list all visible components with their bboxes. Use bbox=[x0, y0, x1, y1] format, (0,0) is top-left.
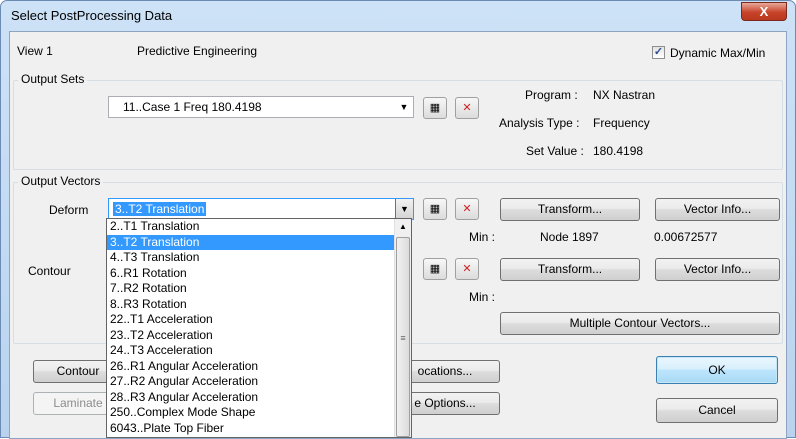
close-button[interactable]: X bbox=[741, 2, 787, 21]
output-vectors-title: Output Vectors bbox=[18, 174, 104, 188]
set-value-value: 180.4198 bbox=[593, 144, 644, 158]
dropdown-item[interactable]: 22..T1 Acceleration bbox=[107, 312, 411, 328]
analysis-type-value: Frequency bbox=[593, 116, 650, 130]
deform-clear-filter-button[interactable]: ✕ bbox=[455, 198, 479, 220]
filter-icon: ▦ bbox=[429, 263, 441, 275]
output-set-filter-button[interactable]: ▦ bbox=[423, 97, 447, 119]
title-bar: Select PostProcessing Data X bbox=[1, 1, 795, 31]
filter-icon: ▦ bbox=[429, 102, 441, 114]
dynamic-maxmin-checkbox[interactable]: ✓ bbox=[652, 46, 665, 59]
output-set-select[interactable]: 11..Case 1 Freq 180.4198 ▼ bbox=[108, 96, 414, 118]
filter-icon: ▦ bbox=[429, 203, 441, 215]
dropdown-item[interactable]: 6043..Plate Top Fiber bbox=[107, 421, 411, 437]
program-label: Program : bbox=[525, 88, 578, 102]
output-sets-group bbox=[13, 80, 783, 170]
close-icon: X bbox=[759, 4, 769, 19]
dropdown-scrollbar[interactable]: ▲ ≡ bbox=[394, 219, 411, 437]
contour-vector-info-button[interactable]: Vector Info... bbox=[655, 258, 780, 281]
check-mark-icon: ✓ bbox=[653, 46, 664, 58]
chevron-down-icon[interactable]: ▼ bbox=[395, 199, 413, 219]
chevron-down-icon[interactable]: ▼ bbox=[395, 97, 413, 117]
deform-min-value: 0.00672577 bbox=[654, 230, 718, 244]
dropdown-item[interactable]: 3..T2 Translation bbox=[107, 234, 411, 250]
ok-button[interactable]: OK bbox=[656, 356, 778, 384]
dropdown-item[interactable]: 28..R3 Angular Acceleration bbox=[107, 390, 411, 406]
deform-vector-select[interactable]: 3..T2 Translation ▼ bbox=[108, 198, 414, 220]
output-sets-title: Output Sets bbox=[18, 72, 88, 86]
view-name: Predictive Engineering bbox=[137, 44, 258, 58]
deform-min-node: Node 1897 bbox=[540, 230, 599, 244]
output-set-value: 11..Case 1 Freq 180.4198 bbox=[123, 100, 262, 114]
deform-vector-dropdown-list[interactable]: 2..T1 Translation 3..T2 Translation 4..T3 … bbox=[106, 218, 412, 438]
dropdown-item[interactable]: 23..T2 Acceleration bbox=[107, 328, 411, 344]
dropdown-item[interactable]: 4..T3 Translation bbox=[107, 250, 411, 266]
program-value: NX Nastran bbox=[593, 88, 656, 102]
scroll-thumb[interactable]: ≡ bbox=[396, 237, 410, 437]
dropdown-item[interactable]: 24..T3 Acceleration bbox=[107, 343, 411, 359]
set-value-label: Set Value : bbox=[526, 144, 584, 158]
contour-min-label: Min : bbox=[469, 290, 496, 304]
output-set-clear-filter-button[interactable]: ✕ bbox=[455, 97, 479, 119]
clear-filter-icon: ✕ bbox=[462, 102, 472, 114]
deform-vector-value: 3..T2 Translation bbox=[113, 202, 207, 216]
contour-transform-button[interactable]: Transform... bbox=[500, 258, 640, 281]
view-label: View 1 bbox=[17, 44, 53, 58]
dropdown-item[interactable]: 2..T1 Translation bbox=[107, 219, 411, 235]
dropdown-item[interactable]: 27..R2 Angular Acceleration bbox=[107, 374, 411, 390]
dialog-title: Select PostProcessing Data bbox=[11, 8, 173, 23]
deform-min-label: Min : bbox=[469, 230, 496, 244]
dropdown-item[interactable]: 26..R1 Angular Acceleration bbox=[107, 359, 411, 375]
deform-filter-button[interactable]: ▦ bbox=[423, 198, 447, 220]
deform-transform-button[interactable]: Transform... bbox=[500, 198, 640, 221]
dynamic-maxmin-label: Dynamic Max/Min bbox=[670, 46, 766, 60]
analysis-type-label: Analysis Type : bbox=[499, 116, 580, 130]
dropdown-item[interactable]: 8..R3 Rotation bbox=[107, 297, 411, 313]
multiple-contour-vectors-button[interactable]: Multiple Contour Vectors... bbox=[500, 312, 780, 335]
dropdown-item[interactable]: 6..R1 Rotation bbox=[107, 266, 411, 282]
dropdown-item[interactable]: 250..Complex Mode Shape bbox=[107, 405, 411, 421]
scroll-up-icon[interactable]: ▲ bbox=[395, 219, 411, 235]
contour-clear-filter-button[interactable]: ✕ bbox=[455, 258, 479, 280]
clear-filter-icon: ✕ bbox=[462, 203, 472, 215]
deform-vector-info-button[interactable]: Vector Info... bbox=[655, 198, 780, 221]
deform-label: Deform bbox=[49, 203, 89, 217]
dropdown-items: 2..T1 Translation 3..T2 Translation 4..T3 … bbox=[107, 219, 411, 436]
dropdown-item[interactable]: 7..R2 Rotation bbox=[107, 281, 411, 297]
grip-icon: ≡ bbox=[400, 333, 406, 343]
cancel-button[interactable]: Cancel bbox=[656, 398, 778, 423]
contour-filter-button[interactable]: ▦ bbox=[423, 258, 447, 280]
clear-filter-icon: ✕ bbox=[462, 263, 472, 275]
contour-label: Contour bbox=[28, 264, 71, 278]
